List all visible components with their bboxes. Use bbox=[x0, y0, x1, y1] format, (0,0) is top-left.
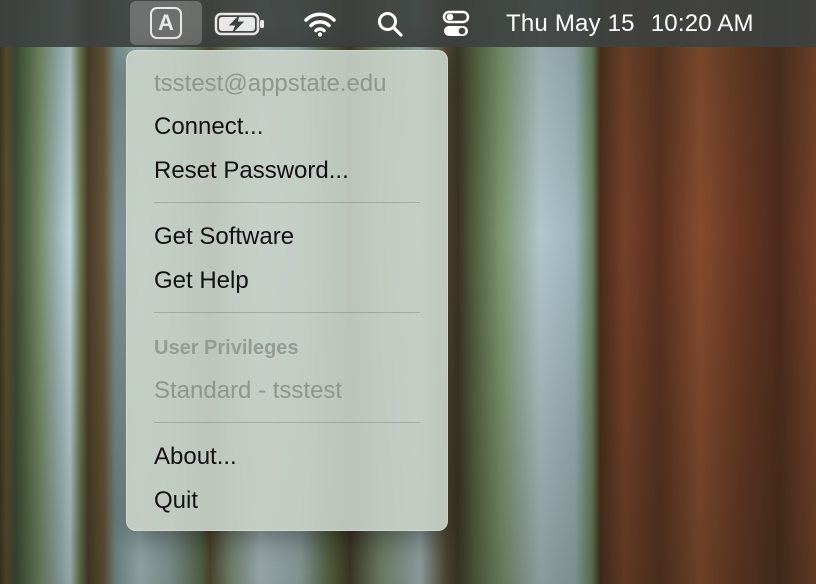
menu-separator bbox=[154, 312, 420, 313]
menu-item-quit[interactable]: Quit bbox=[154, 484, 198, 518]
clock-date: Thu May 15 bbox=[506, 9, 635, 37]
spotlight-search-button[interactable] bbox=[372, 0, 408, 47]
control-center-icon bbox=[442, 10, 470, 36]
app-state-icon: A bbox=[150, 7, 182, 39]
control-center-button[interactable] bbox=[438, 0, 474, 47]
battery-status[interactable] bbox=[212, 0, 268, 47]
menu-separator bbox=[154, 422, 420, 423]
menu-item-connect[interactable]: Connect... bbox=[154, 110, 263, 144]
menu-account-email: tsstest@appstate.edu bbox=[154, 70, 387, 97]
app-dropdown-menu: tsstest@appstate.edu Connect... Reset Pa… bbox=[126, 50, 448, 531]
search-icon bbox=[378, 11, 403, 37]
menu-bar: A Thu May 15 10:20 AM bbox=[0, 0, 816, 47]
app-icon-letter: A bbox=[158, 10, 174, 35]
menu-item-about[interactable]: About... bbox=[154, 440, 237, 474]
wifi-icon bbox=[304, 12, 336, 37]
menu-bar-app-button[interactable]: A bbox=[130, 1, 202, 45]
menu-privileges-value: Standard - tsstest bbox=[154, 377, 343, 404]
menu-item-get-software[interactable]: Get Software bbox=[154, 220, 294, 254]
menu-separator bbox=[154, 202, 420, 203]
clock-time: 10:20 AM bbox=[650, 9, 754, 37]
wifi-status[interactable] bbox=[302, 0, 338, 47]
battery-charging-icon bbox=[214, 12, 264, 35]
menu-bar-clock[interactable]: Thu May 15 10:20 AM bbox=[506, 0, 786, 47]
menu-section-user-privileges: User Privileges bbox=[154, 337, 299, 359]
menu-item-get-help[interactable]: Get Help bbox=[154, 264, 249, 298]
menu-item-reset-password[interactable]: Reset Password... bbox=[154, 154, 349, 188]
